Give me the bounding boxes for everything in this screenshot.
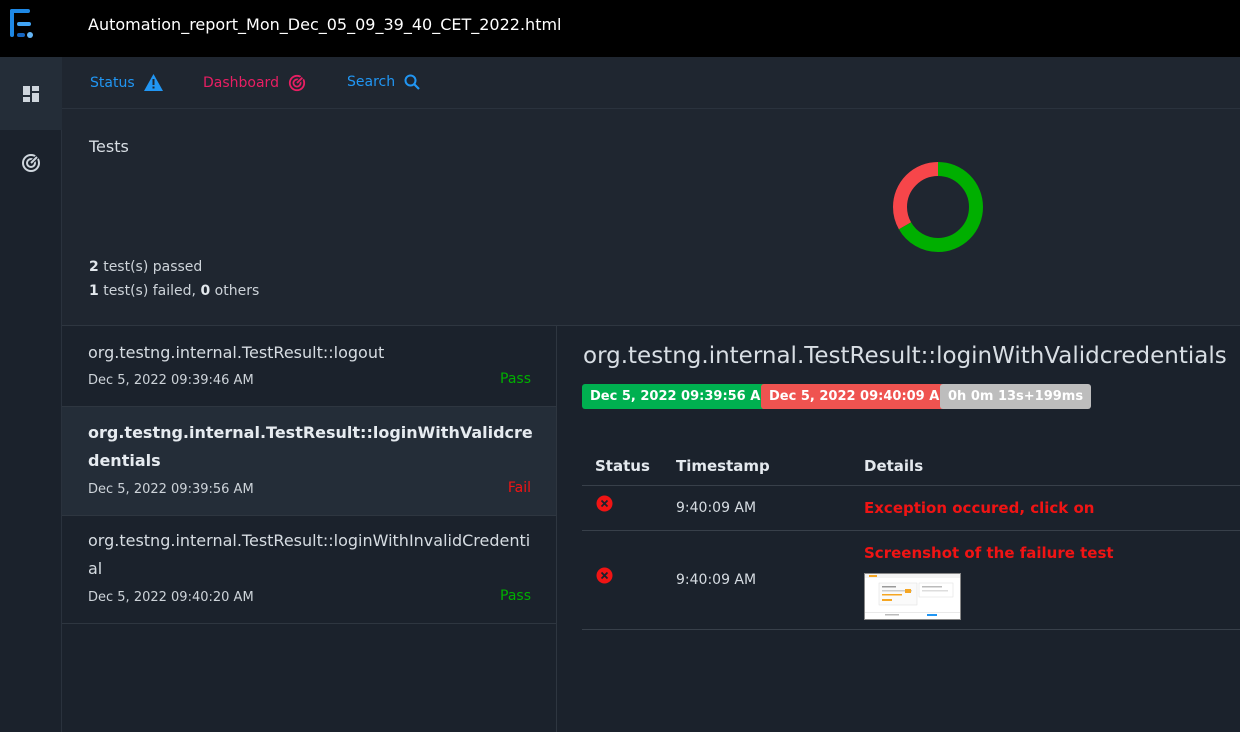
- test-status-fail: Fail: [507, 480, 531, 496]
- log-timestamp: 9:40:09 AM: [676, 500, 757, 516]
- test-name: org.testng.internal.TestResult::loginWit…: [88, 423, 533, 470]
- grid-icon: [23, 85, 39, 102]
- test-name: org.testng.internal.TestResult::logout: [88, 343, 385, 362]
- start-time-badge: Dec 5, 2022 09:39:56 AM: [582, 384, 782, 409]
- nav-dashboard-label: Dashboard: [203, 75, 279, 91]
- nav-status-link[interactable]: Status: [90, 74, 163, 91]
- warning-icon: [143, 74, 163, 91]
- header-details: Details: [864, 457, 924, 475]
- table-divider: [582, 530, 1240, 531]
- failure-screenshot-thumbnail[interactable]: [864, 573, 961, 620]
- nav-status-label: Status: [90, 74, 135, 91]
- failed-count: 1: [89, 283, 99, 299]
- test-name: org.testng.internal.TestResult::loginWit…: [88, 531, 531, 578]
- passed-text: test(s) passed: [98, 259, 203, 275]
- nav-search-label: Search: [347, 74, 396, 90]
- failed-text: test(s) failed,: [98, 283, 201, 299]
- header-status: Status: [595, 457, 650, 475]
- log-timestamp: 9:40:09 AM: [676, 572, 757, 588]
- table-divider: [582, 485, 1240, 486]
- test-list-item[interactable]: org.testng.internal.TestResult::loginWit…: [62, 516, 556, 624]
- test-list-item-selected[interactable]: org.testng.internal.TestResult::loginWit…: [62, 407, 556, 516]
- radar-icon: [22, 154, 40, 172]
- others-count: 0: [200, 283, 211, 299]
- failed-summary: 1 test(s) failed, 0 others: [89, 283, 259, 299]
- test-time: Dec 5, 2022 09:39:46 AM: [88, 373, 254, 388]
- test-status-pass: Pass: [500, 371, 531, 387]
- test-time: Dec 5, 2022 09:40:20 AM: [88, 590, 254, 605]
- table-divider: [582, 629, 1240, 630]
- navbar: Status Dashboard Search: [62, 57, 1240, 109]
- test-list: org.testng.internal.TestResult::logout D…: [62, 326, 557, 732]
- error-icon: [596, 567, 613, 584]
- sidebar: [0, 57, 62, 732]
- nav-search-link[interactable]: Search: [347, 74, 420, 90]
- duration-badge: 0h 0m 13s+199ms: [940, 384, 1092, 409]
- passed-summary: 2 test(s) passed: [89, 259, 202, 275]
- header-timestamp: Timestamp: [676, 457, 770, 475]
- error-icon: [596, 495, 613, 512]
- test-status-pass: Pass: [500, 588, 531, 604]
- others-text: others: [210, 283, 260, 299]
- log-details-text: Screenshot of the failure test: [864, 544, 1114, 562]
- passed-count: 2: [89, 259, 99, 275]
- tests-title: Tests: [89, 137, 129, 156]
- test-list-item[interactable]: org.testng.internal.TestResult::logout D…: [62, 326, 556, 407]
- tests-summary-panel: Tests 2 test(s) passed 1 test(s) failed,…: [62, 109, 1240, 326]
- end-time-badge: Dec 5, 2022 09:40:09 AM: [761, 384, 961, 409]
- test-time: Dec 5, 2022 09:39:56 AM: [88, 482, 254, 497]
- nav-dashboard-link[interactable]: Dashboard: [203, 74, 306, 92]
- radar-icon: [288, 74, 306, 92]
- sidebar-item-dashboard[interactable]: [0, 130, 62, 196]
- top-bar: Automation_report_Mon_Dec_05_09_39_40_CE…: [0, 0, 1240, 57]
- screenshot-preview-image: [865, 574, 960, 616]
- test-detail-panel: org.testng.internal.TestResult::loginWit…: [557, 326, 1240, 732]
- extent-logo-icon[interactable]: [8, 7, 36, 41]
- report-title: Automation_report_Mon_Dec_05_09_39_40_CE…: [88, 15, 562, 34]
- log-details-link[interactable]: Exception occured, click on: [864, 499, 1095, 517]
- detail-title: org.testng.internal.TestResult::loginWit…: [583, 343, 1227, 369]
- sidebar-item-tests[interactable]: [0, 57, 62, 130]
- search-icon: [404, 74, 420, 90]
- test-status-donut-chart: [893, 162, 983, 252]
